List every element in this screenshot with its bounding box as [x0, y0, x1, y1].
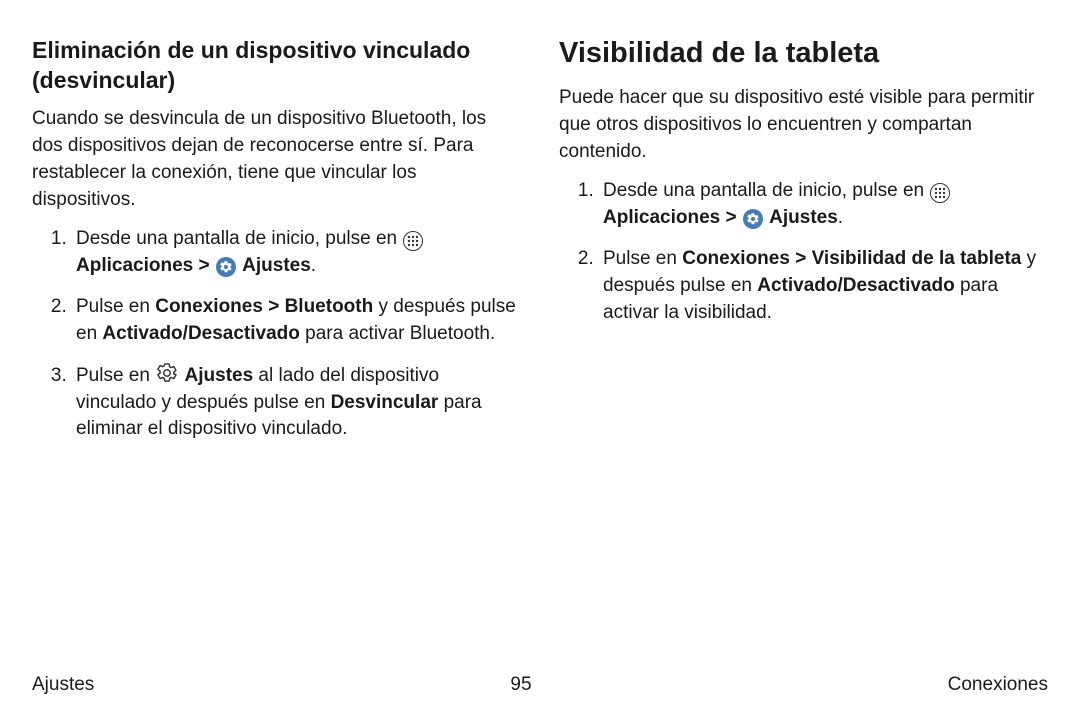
step-end: .: [838, 207, 843, 228]
settings-gear-outline-icon: [156, 362, 178, 384]
unpair-heading: Eliminación de un dispositivo vinculado …: [32, 36, 521, 96]
apps-grid-icon: [930, 183, 950, 203]
step-sep: >: [193, 255, 215, 276]
right-column: Visibilidad de la tableta Puede hacer qu…: [559, 36, 1048, 666]
settings-gear-icon: [216, 257, 236, 277]
footer-right: Conexiones: [948, 674, 1048, 696]
visibility-step-1: Desde una pantalla de inicio, pulse en A…: [599, 178, 1048, 232]
step-bold: Desvincular: [331, 392, 439, 413]
step-text: Desde una pantalla de inicio, pulse en: [603, 180, 929, 201]
step-bold: Conexiones > Bluetooth: [155, 296, 373, 317]
step-bold: Conexiones > Visibilidad de la tableta: [682, 248, 1021, 269]
step-bold: Ajustes: [185, 365, 254, 386]
step-text: para activar Bluetooth.: [300, 323, 495, 344]
settings-gear-icon: [743, 209, 763, 229]
page-footer: Ajustes 95 Conexiones: [32, 666, 1048, 696]
step-text: Pulse en: [76, 365, 155, 386]
visibility-intro: Puede hacer que su dispositivo esté visi…: [559, 85, 1048, 166]
unpair-intro: Cuando se desvincula de un dispositivo B…: [32, 106, 521, 214]
unpair-steps: Desde una pantalla de inicio, pulse en A…: [32, 226, 521, 444]
visibility-heading: Visibilidad de la tableta: [559, 36, 1048, 71]
step-text: Pulse en: [76, 296, 155, 317]
visibility-steps: Desde una pantalla de inicio, pulse en A…: [559, 178, 1048, 327]
unpair-step-2: Pulse en Conexiones > Bluetooth y despué…: [72, 294, 521, 348]
settings-label: Ajustes: [769, 207, 838, 228]
apps-label: Aplicaciones: [76, 255, 193, 276]
unpair-step-3: Pulse en Ajustes al lado del dispositivo…: [72, 362, 521, 444]
step-bold: Activado/Desactivado: [102, 323, 299, 344]
step-end: .: [311, 255, 316, 276]
apps-grid-icon: [403, 231, 423, 251]
footer-left: Ajustes: [32, 674, 94, 696]
step-bold: Activado/Desactivado: [757, 275, 954, 296]
page-content: Eliminación de un dispositivo vinculado …: [32, 36, 1048, 666]
step-sep: >: [720, 207, 742, 228]
step-text: Desde una pantalla de inicio, pulse en: [76, 228, 402, 249]
apps-label: Aplicaciones: [603, 207, 720, 228]
settings-label: Ajustes: [242, 255, 311, 276]
unpair-step-1: Desde una pantalla de inicio, pulse en A…: [72, 226, 521, 280]
step-text: Pulse en: [603, 248, 682, 269]
footer-page-number: 95: [510, 674, 531, 696]
left-column: Eliminación de un dispositivo vinculado …: [32, 36, 521, 666]
visibility-step-2: Pulse en Conexiones > Visibilidad de la …: [599, 246, 1048, 327]
